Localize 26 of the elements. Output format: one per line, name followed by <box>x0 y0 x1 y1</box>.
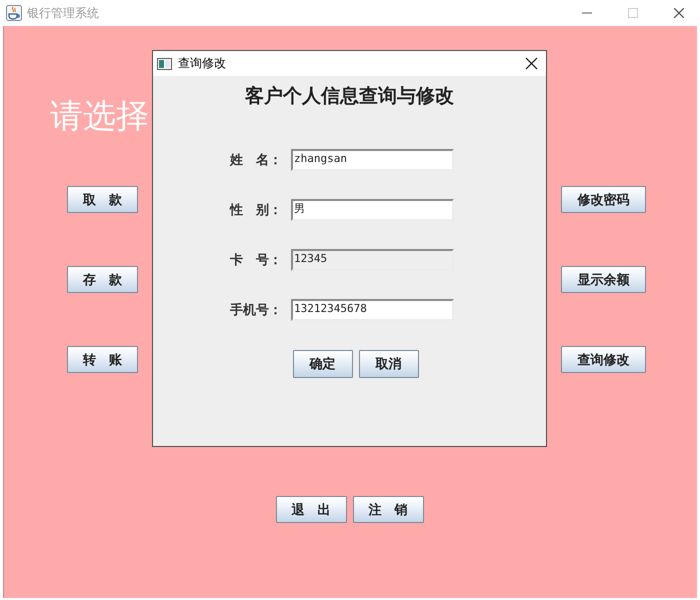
input-field[interactable]: 12345 <box>291 249 454 271</box>
query-edit-button[interactable]: 查询修改 <box>561 346 646 373</box>
dialog-title: 查询修改 <box>178 55 227 72</box>
cancel-account-button[interactable]: 注 销 <box>352 496 424 523</box>
field-label: 性 别： <box>228 202 283 219</box>
field-label: 手机号： <box>229 302 283 319</box>
input-field[interactable]: 13212345678 <box>291 299 454 321</box>
cancel-button[interactable]: 取消 <box>358 350 418 378</box>
prompt-text: 请选择 <box>50 96 149 136</box>
input-field[interactable]: 男 <box>291 199 454 221</box>
dialog-heading: 客户个人信息查询与修改 <box>244 84 455 108</box>
close-icon[interactable] <box>674 8 684 18</box>
deposit-button[interactable]: 存 款 <box>67 266 138 293</box>
maximize-icon <box>628 8 638 18</box>
input-field[interactable]: zhangsan <box>291 149 454 171</box>
withdraw-button[interactable]: 取 款 <box>67 186 138 213</box>
field-label: 卡 号： <box>229 252 283 269</box>
window-icon <box>157 58 172 70</box>
field-label: 姓 名： <box>228 152 283 169</box>
exit-button[interactable]: 退 出 <box>276 496 346 523</box>
transfer-button[interactable]: 转 账 <box>67 346 138 373</box>
change-password-button[interactable]: 修改密码 <box>561 186 646 213</box>
confirm-button[interactable]: 确定 <box>292 350 352 378</box>
balance-button[interactable]: 显示余额 <box>561 266 646 293</box>
window-title: 银行管理系统 <box>27 4 100 22</box>
app-icon <box>6 5 22 21</box>
